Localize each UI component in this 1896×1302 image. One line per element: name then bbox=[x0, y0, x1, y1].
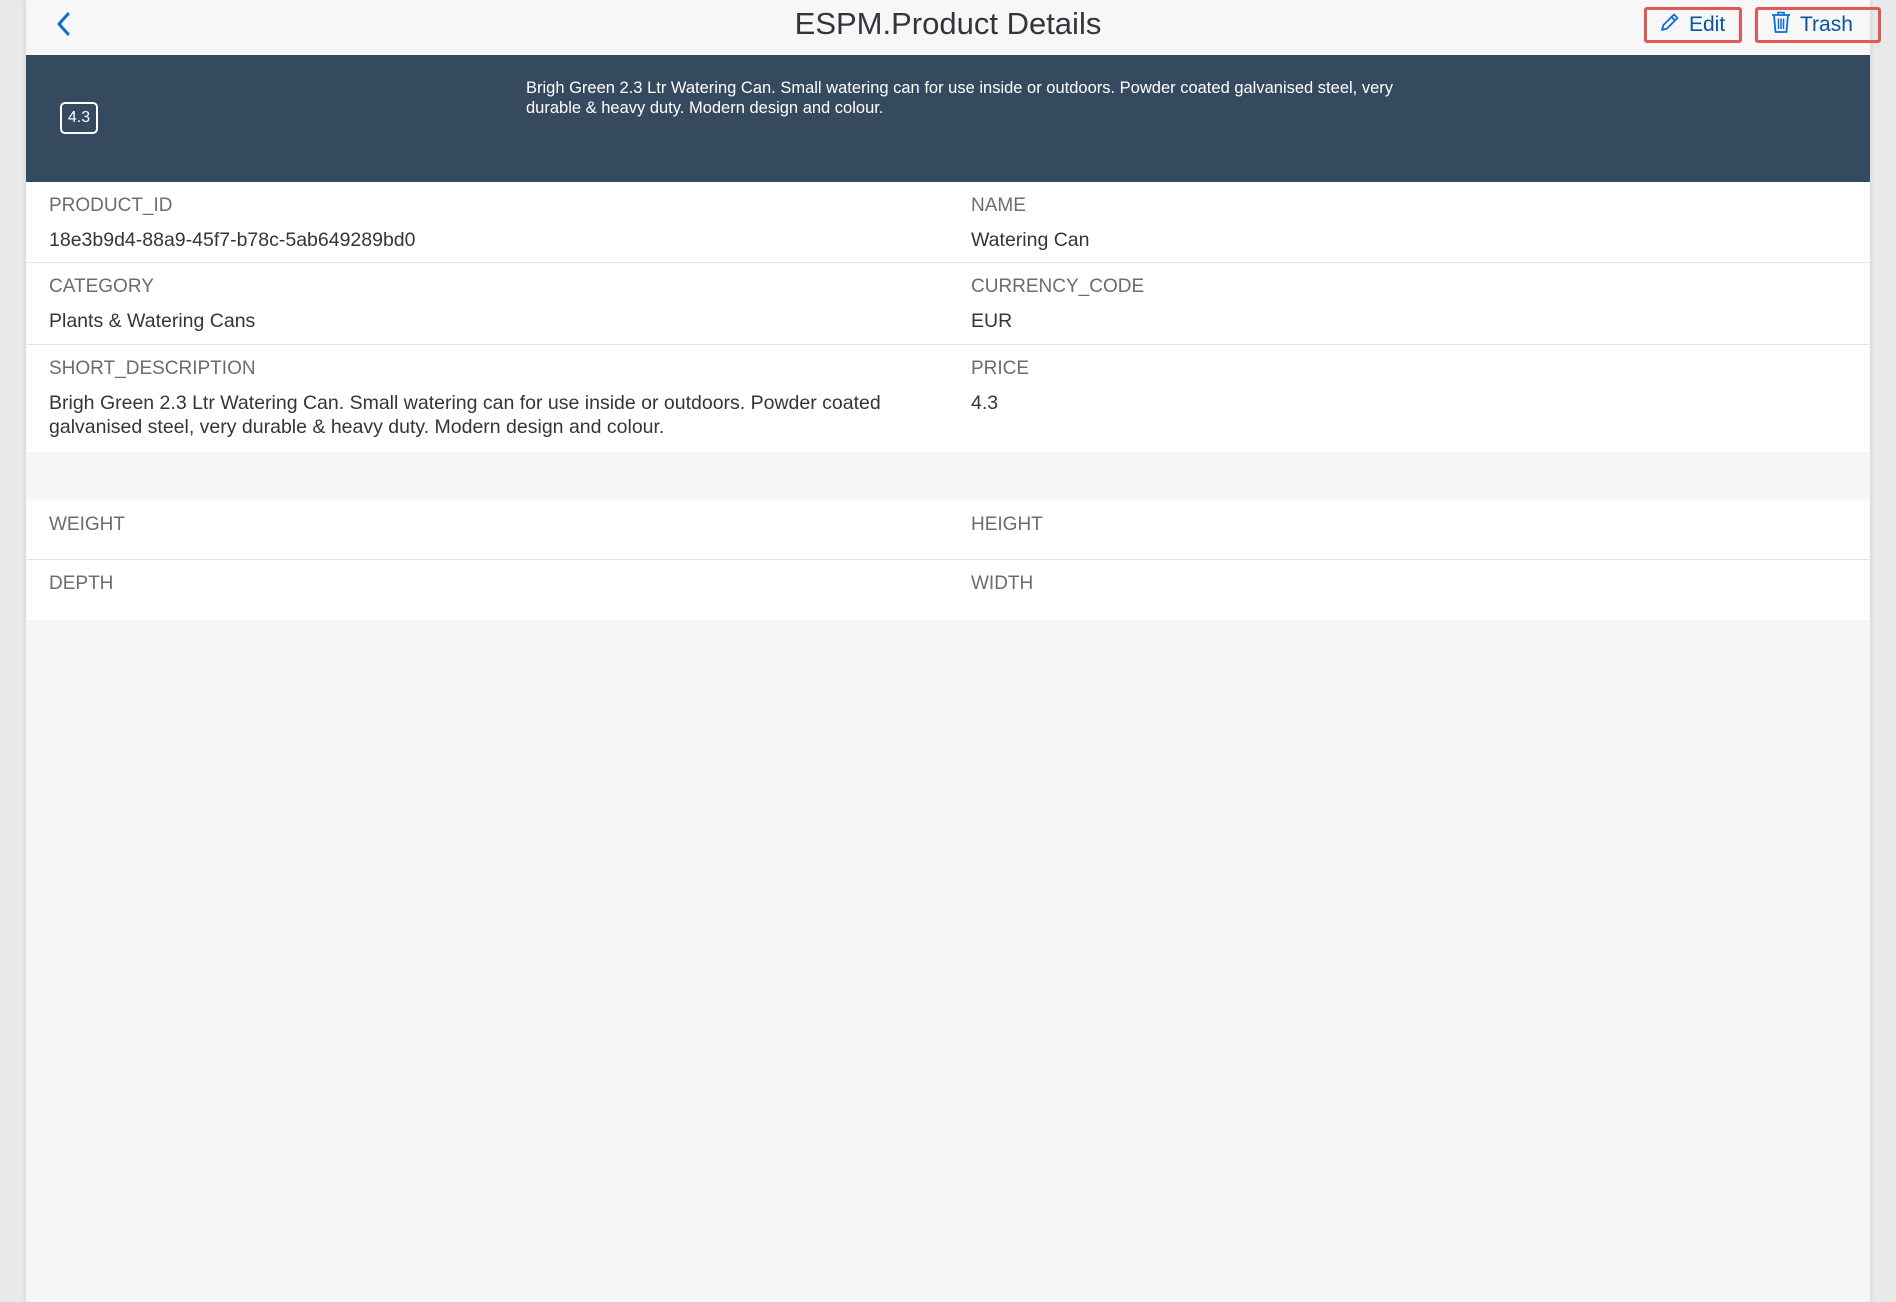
detail-row: WEIGHT HEIGHT bbox=[26, 501, 1870, 560]
field-label: SHORT_DESCRIPTION bbox=[49, 358, 256, 379]
details-section: PRODUCT_ID 18e3b9d4-88a9-45f7-b78c-5ab64… bbox=[26, 182, 1870, 452]
field-label: PRODUCT_ID bbox=[49, 195, 173, 216]
edit-button-label: Edit bbox=[1689, 13, 1726, 36]
field-label: HEIGHT bbox=[971, 514, 1043, 535]
field-label: PRICE bbox=[971, 358, 1030, 379]
field-label: DEPTH bbox=[49, 573, 114, 594]
field-value: 18e3b9d4-88a9-45f7-b78c-5ab649289bd0 bbox=[49, 229, 416, 251]
field-value: EUR bbox=[971, 310, 1013, 332]
app-window: ESPM.Product Details Edit Trash 4.3 Brig… bbox=[26, 0, 1881, 1302]
field-value: Plants & Watering Cans bbox=[49, 310, 256, 332]
field-product-id: PRODUCT_ID 18e3b9d4-88a9-45f7-b78c-5ab64… bbox=[49, 194, 929, 252]
field-label: WIDTH bbox=[971, 573, 1034, 594]
detail-row: DEPTH WIDTH bbox=[26, 560, 1870, 620]
field-height: HEIGHT bbox=[971, 513, 1851, 537]
page-title: ESPM.Product Details bbox=[794, 6, 1102, 41]
object-description: Brigh Green 2.3 Ltr Watering Can. Small … bbox=[526, 79, 1393, 117]
field-width: WIDTH bbox=[971, 572, 1851, 596]
object-header: 4.3 Brigh Green 2.3 Ltr Watering Can. Sm… bbox=[26, 55, 1870, 182]
field-weight: WEIGHT bbox=[49, 513, 929, 537]
field-category: CATEGORY Plants & Watering Cans bbox=[49, 275, 929, 333]
pencil-icon bbox=[1659, 11, 1681, 39]
field-currency-code: CURRENCY_CODE EUR bbox=[971, 275, 1851, 333]
field-name: NAME Watering Can bbox=[971, 194, 1851, 252]
field-label: CATEGORY bbox=[49, 276, 154, 297]
detail-row: CATEGORY Plants & Watering Cans CURRENCY… bbox=[26, 263, 1870, 345]
field-short-description: SHORT_DESCRIPTION Brigh Green 2.3 Ltr Wa… bbox=[49, 357, 929, 439]
detail-row: SHORT_DESCRIPTION Brigh Green 2.3 Ltr Wa… bbox=[26, 345, 1870, 452]
detail-row: PRODUCT_ID 18e3b9d4-88a9-45f7-b78c-5ab64… bbox=[26, 182, 1870, 263]
field-value: Brigh Green 2.3 Ltr Watering Can. Small … bbox=[49, 392, 881, 438]
trash-icon bbox=[1770, 10, 1792, 40]
field-label: CURRENCY_CODE bbox=[971, 276, 1145, 297]
dimensions-section: WEIGHT HEIGHT DEPTH WIDTH bbox=[26, 501, 1870, 620]
field-price: PRICE 4.3 bbox=[971, 357, 1851, 415]
field-depth: DEPTH bbox=[49, 572, 929, 596]
field-value: 4.3 bbox=[971, 392, 999, 414]
nav-bar: ESPM.Product Details Edit Trash bbox=[26, 0, 1881, 55]
trash-button-label: Trash bbox=[1800, 13, 1853, 36]
rating-badge: 4.3 bbox=[60, 102, 98, 134]
edit-button[interactable]: Edit bbox=[1644, 7, 1742, 43]
trash-button[interactable]: Trash bbox=[1755, 7, 1881, 43]
field-value: Watering Can bbox=[971, 229, 1090, 251]
field-label: WEIGHT bbox=[49, 514, 125, 535]
field-label: NAME bbox=[971, 195, 1026, 216]
